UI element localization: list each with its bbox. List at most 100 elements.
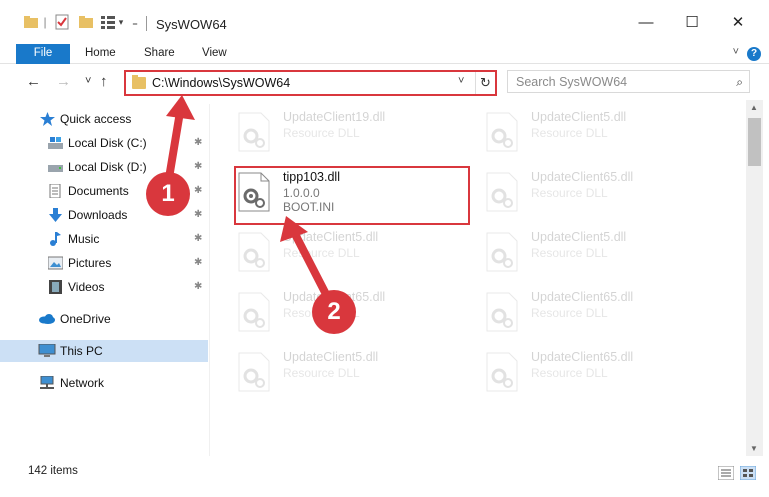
pin-icon[interactable]: ✱ xyxy=(194,228,202,250)
download-icon xyxy=(49,208,62,222)
sidebar-item-label: Quick access xyxy=(60,112,132,126)
sidebar-item-label: Pictures xyxy=(68,256,112,270)
customize-toolbar-icon[interactable]: ₌ xyxy=(130,14,140,30)
sidebar-item-label: This PC xyxy=(60,344,103,358)
sidebar-item-label: Network xyxy=(60,376,105,390)
sidebar-item-label: Documents xyxy=(68,184,129,198)
up-button[interactable]: ↑ xyxy=(100,73,108,90)
file-tile[interactable]: UpdateClient65.dll Resource DLL xyxy=(459,344,689,396)
address-dropdown-icon[interactable]: ˅ xyxy=(458,75,464,87)
dll-file-icon xyxy=(238,352,270,392)
back-button[interactable]: ← xyxy=(26,73,41,90)
pictures-icon xyxy=(48,256,63,270)
tab-home[interactable]: Home xyxy=(85,44,116,64)
file-description: Resource DLL xyxy=(283,126,360,140)
tab-share[interactable]: Share xyxy=(144,44,175,64)
tab-view[interactable]: View xyxy=(202,44,227,64)
file-name: UpdateClient65.dll xyxy=(531,290,634,304)
file-name: UpdateClient65.dll xyxy=(531,350,634,364)
status-bar: 142 items xyxy=(0,460,769,497)
sidebar-item-network[interactable]: Network xyxy=(0,372,208,394)
file-tile[interactable]: UpdateClient5.dll Resource DLL xyxy=(459,224,689,276)
close-button[interactable]: ✕ xyxy=(715,0,761,44)
sidebar-item-label: OneDrive xyxy=(60,312,111,326)
item-count: 142 items xyxy=(28,465,78,477)
pin-icon[interactable]: ✱ xyxy=(194,132,202,154)
new-folder-icon[interactable] xyxy=(78,14,94,30)
tiles-view-icon[interactable] xyxy=(740,466,756,480)
address-path[interactable]: C:\Windows\SysWOW64 xyxy=(152,76,290,90)
ribbon-tabs: File Home Share View ˅ ? xyxy=(0,44,769,64)
dll-file-icon xyxy=(238,292,270,332)
file-tile[interactable]: UpdateClient65.dll Resource DLL xyxy=(459,164,689,216)
quick-access-dropdown-icon[interactable]: ▾ xyxy=(117,14,125,30)
search-icon[interactable]: ⌕ xyxy=(736,75,743,90)
cloud-icon xyxy=(39,314,55,324)
navigation-pane: Quick access Local Disk (C:) ✱ Local Dis… xyxy=(0,104,210,456)
dll-file-icon xyxy=(486,232,518,272)
view-options-icon[interactable] xyxy=(100,14,116,30)
file-description: Resource DLL xyxy=(531,186,608,200)
step-1-badge: 1 xyxy=(146,172,190,216)
sidebar-item-label: Downloads xyxy=(68,208,128,222)
search-box[interactable]: Search SysWOW64 ⌕ xyxy=(507,70,750,93)
pin-icon[interactable]: ✱ xyxy=(194,276,202,298)
pin-icon[interactable]: ✱ xyxy=(194,204,202,226)
sidebar-item-onedrive[interactable]: OneDrive xyxy=(0,308,208,330)
dll-file-icon xyxy=(486,352,518,392)
maximize-button[interactable]: ☐ xyxy=(669,0,715,44)
file-name: UpdateClient5.dll xyxy=(283,350,379,364)
file-description: Resource DLL xyxy=(531,126,608,140)
pin-icon[interactable]: ✱ xyxy=(194,252,202,274)
file-tile[interactable]: UpdateClient5.dll Resource DLL xyxy=(459,104,689,156)
dll-file-icon xyxy=(486,292,518,332)
details-view-icon[interactable] xyxy=(718,466,734,480)
address-bar[interactable]: C:\Windows\SysWOW64 ˅ ↻ xyxy=(124,70,497,96)
sidebar-item-label: Local Disk (C:) xyxy=(68,136,147,150)
drive-icon xyxy=(48,137,63,149)
minimize-button[interactable]: — xyxy=(623,0,669,44)
file-list: UpdateClient19.dll Resource DLL UpdateCl… xyxy=(211,100,746,456)
tab-file[interactable]: File xyxy=(16,44,70,64)
sidebar-item-local-disk-c[interactable]: Local Disk (C:) ✱ xyxy=(0,132,208,154)
file-name: UpdateClient5.dll xyxy=(283,230,379,244)
sidebar-item-videos[interactable]: Videos ✱ xyxy=(0,276,208,298)
dll-file-icon xyxy=(486,112,518,152)
sidebar-item-this-pc[interactable]: This PC xyxy=(0,340,208,362)
file-name: UpdateClient19.dll xyxy=(283,110,386,124)
dll-file-icon xyxy=(238,232,270,272)
sidebar-item-label: Videos xyxy=(68,280,105,294)
file-description: Resource DLL xyxy=(531,306,608,320)
forward-button[interactable]: → xyxy=(56,73,71,90)
folder-icon xyxy=(132,75,146,89)
sidebar-item-pictures[interactable]: Pictures ✱ xyxy=(0,252,208,274)
file-description: Resource DLL xyxy=(531,366,608,380)
scroll-thumb[interactable] xyxy=(748,118,761,166)
recent-locations-button[interactable]: ˅ xyxy=(85,75,91,87)
pin-icon[interactable]: ✱ xyxy=(194,156,202,178)
refresh-button[interactable]: ↻ xyxy=(475,72,495,94)
help-icon[interactable]: ? xyxy=(747,47,761,61)
search-input[interactable]: Search SysWOW64 xyxy=(516,75,627,89)
title-bar: | ▾ ₌ SysWOW64 — ☐ ✕ xyxy=(0,0,769,44)
file-description: Resource DLL xyxy=(283,366,360,380)
sidebar-item-quick-access[interactable]: Quick access xyxy=(0,108,208,130)
scroll-down-icon[interactable]: ▼ xyxy=(750,444,758,453)
scroll-up-icon[interactable]: ▲ xyxy=(750,103,758,112)
properties-icon[interactable] xyxy=(54,14,70,30)
sidebar-item-label: Music xyxy=(68,232,100,246)
toolbar-separator: | xyxy=(43,15,47,29)
pin-icon[interactable]: ✱ xyxy=(194,180,202,202)
documents-icon xyxy=(49,184,61,198)
file-tile[interactable]: UpdateClient5.dll Resource DLL xyxy=(211,344,441,396)
expand-ribbon-icon[interactable]: ˅ xyxy=(733,46,739,58)
file-description: Resource DLL xyxy=(283,246,360,260)
sidebar-item-music[interactable]: Music ✱ xyxy=(0,228,208,250)
file-tile[interactable]: UpdateClient65.dll Resource DLL xyxy=(459,284,689,336)
folder-icon xyxy=(24,14,38,30)
vertical-scrollbar[interactable]: ▲ ▼ xyxy=(746,100,763,456)
file-tile[interactable]: UpdateClient19.dll Resource DLL xyxy=(211,104,441,156)
highlight-box xyxy=(234,166,470,225)
file-tile[interactable]: UpdateClient5.dll Resource DLL xyxy=(211,224,441,276)
network-icon xyxy=(40,376,54,389)
